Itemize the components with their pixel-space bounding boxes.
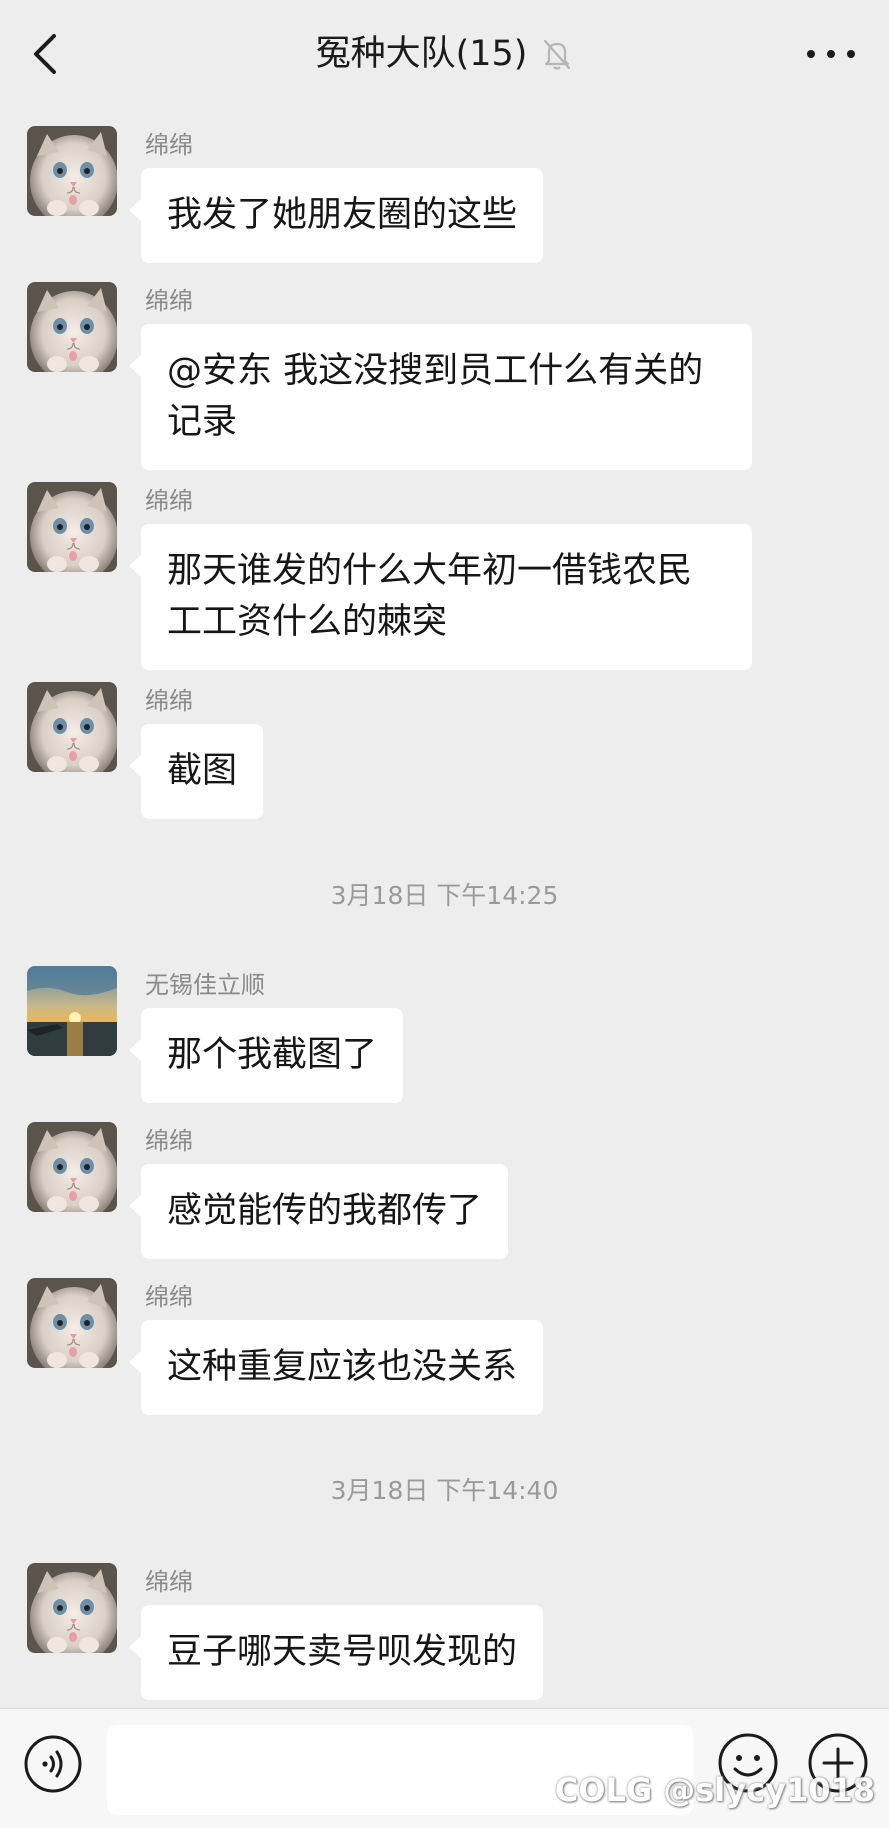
message-bubble[interactable]: 那天谁发的什么大年初一借钱农民工工资什么的棘突 [129, 524, 752, 670]
watermark: COLG @slycy1018 [554, 1771, 875, 1809]
avatar[interactable] [27, 682, 117, 772]
sender-name: 绵绵 [145, 487, 193, 515]
sender-name: 无锡佳立顺 [145, 971, 265, 999]
avatar[interactable] [27, 282, 117, 372]
timestamp: 3月18日 下午14:40 [330, 1476, 559, 1505]
avatar[interactable] [27, 126, 117, 216]
group-name: 冤种大队(15) [315, 34, 528, 74]
cat-avatar-icon [27, 282, 117, 372]
sender-name: 绵绵 [145, 131, 193, 159]
message-bubble[interactable]: 我发了她朋友圈的这些 [128, 168, 544, 263]
message-bubble[interactable]: 这种重复应该也没关系 [128, 1320, 544, 1415]
chat-header: 冤种大队(15) [0, 0, 889, 108]
chat-screen: 冤种大队(15) 绵绵 我发了她朋友圈的这些 绵绵 @安东 我这没搜到员工什么有… [0, 0, 889, 1828]
avatar[interactable] [27, 1278, 117, 1368]
cat-avatar-icon [27, 1122, 117, 1212]
message-bubble[interactable]: @安东 我这没搜到员工什么有关的记录 [129, 324, 752, 470]
cat-avatar-icon [27, 482, 117, 572]
sender-name: 绵绵 [145, 1127, 193, 1155]
message-bubble[interactable]: 豆子哪天卖号呗发现的 [128, 1605, 544, 1700]
timestamp: 3月18日 下午14:25 [330, 881, 559, 910]
bell-slash-icon [544, 39, 571, 70]
sender-name: 绵绵 [145, 1568, 193, 1596]
voice-icon [24, 1735, 82, 1793]
message-bubble[interactable]: 那个我截图了 [128, 1008, 404, 1103]
sunset-avatar-icon [27, 966, 117, 1056]
cat-avatar-icon [27, 1278, 117, 1368]
sender-name: 绵绵 [145, 1283, 193, 1311]
message-bubble[interactable]: 感觉能传的我都传了 [128, 1164, 509, 1259]
voice-button[interactable] [22, 1733, 84, 1795]
more-options-button[interactable] [803, 40, 859, 68]
cat-avatar-icon [27, 1563, 117, 1653]
input-bar: COLG @slycy1018 [0, 1708, 889, 1828]
more-dots-icon [807, 50, 855, 58]
avatar[interactable] [27, 966, 117, 1056]
avatar[interactable] [27, 1563, 117, 1653]
chat-title: 冤种大队(15) [0, 30, 889, 78]
avatar[interactable] [27, 1122, 117, 1212]
cat-avatar-icon [27, 682, 117, 772]
sender-name: 绵绵 [145, 287, 193, 315]
avatar[interactable] [27, 482, 117, 572]
sender-name: 绵绵 [145, 687, 193, 715]
message-bubble[interactable]: 截图 [128, 724, 264, 819]
cat-avatar-icon [27, 126, 117, 216]
